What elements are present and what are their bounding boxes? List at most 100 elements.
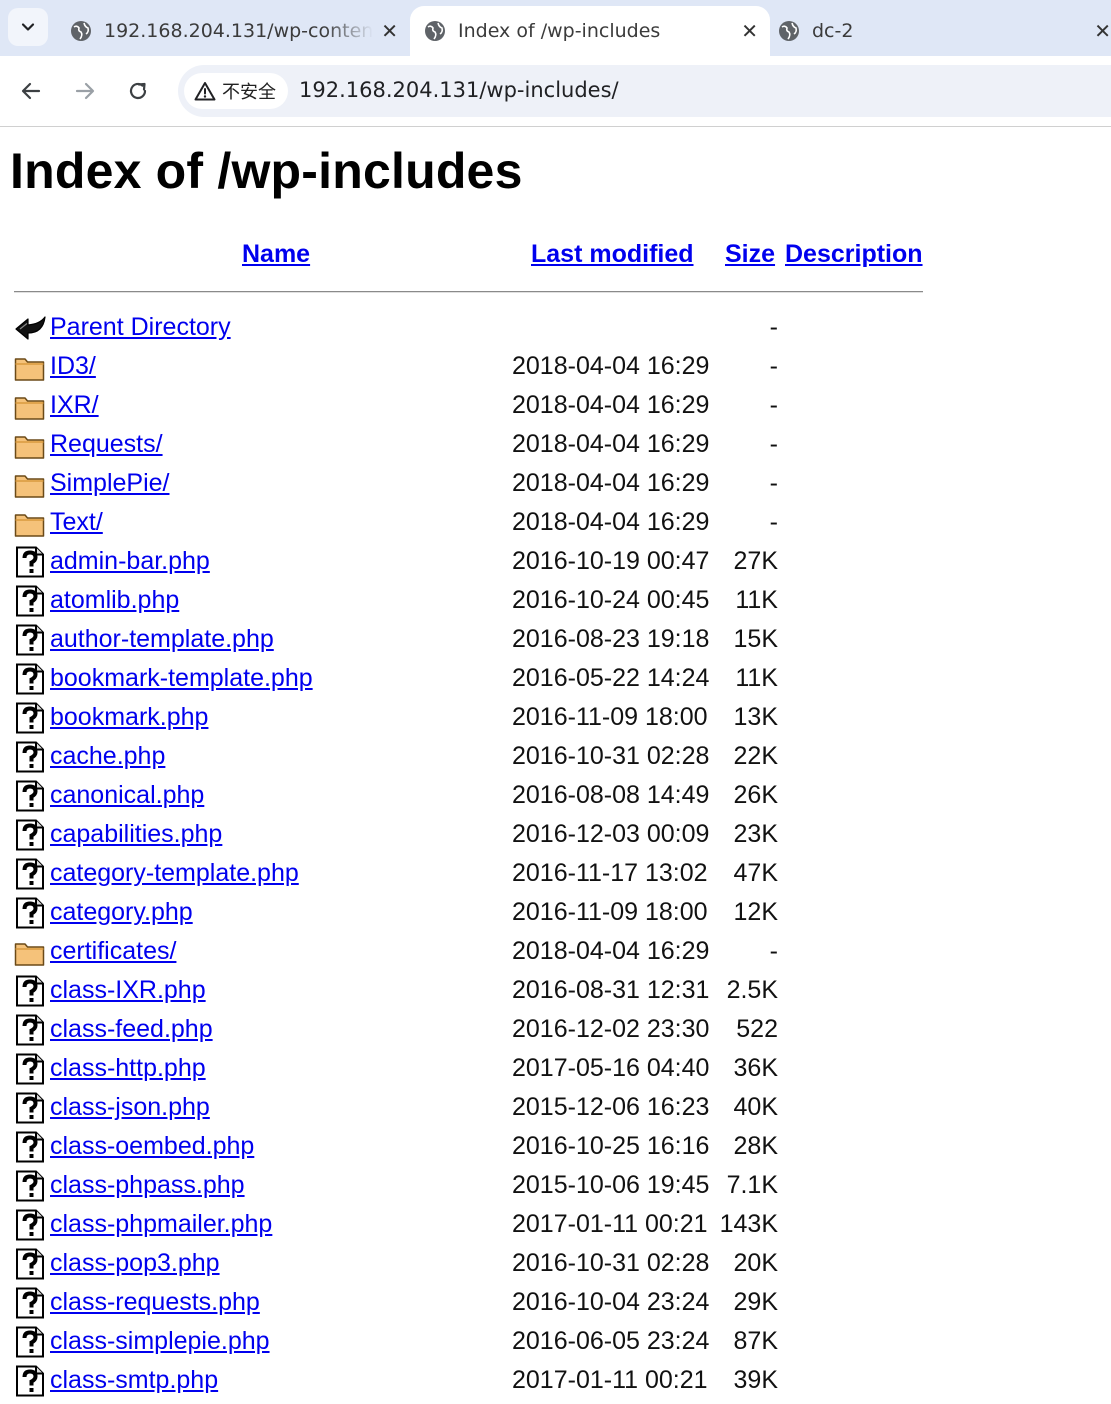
last-modified-cell: 2015-10-06 19:45 (512, 1171, 710, 1199)
header-divider (14, 291, 923, 293)
browser-toolbar: 不安全 192.168.204.131/wp-includes/ (0, 56, 1111, 127)
file-link[interactable]: Text/ (50, 508, 103, 537)
unknown-file-icon (14, 663, 46, 695)
size-cell: - (769, 937, 778, 965)
unknown-file-icon (14, 1287, 46, 1319)
file-link[interactable]: class-feed.php (50, 1015, 213, 1044)
tab-strip: 192.168.204.131/wp-content ✕ Index of /w… (0, 0, 1111, 56)
table-row: class-requests.php 2016-10-04 23:24 29K (0, 1284, 1111, 1323)
tab-title: 192.168.204.131/wp-content (104, 20, 374, 42)
globe-icon (779, 21, 799, 41)
last-modified-cell: 2018-04-04 16:29 (512, 391, 710, 419)
last-modified-cell: 2017-01-11 00:21 (512, 1366, 708, 1394)
column-header-size[interactable]: Size (725, 240, 775, 269)
table-row: class-http.php 2017-05-16 04:40 36K (0, 1050, 1111, 1089)
file-link[interactable]: ID3/ (50, 352, 96, 381)
size-cell: 12K (733, 898, 778, 926)
column-header-description[interactable]: Description (785, 240, 923, 269)
file-link[interactable]: admin-bar.php (50, 547, 210, 576)
last-modified-cell: 2016-08-23 19:18 (512, 625, 710, 653)
file-link[interactable]: cache.php (50, 742, 165, 771)
file-link[interactable]: class-phpmailer.php (50, 1210, 272, 1239)
unknown-file-icon (14, 624, 46, 656)
size-cell: - (769, 430, 778, 458)
size-cell: - (769, 469, 778, 497)
unknown-file-icon (14, 1014, 46, 1046)
close-icon[interactable]: ✕ (1094, 19, 1111, 43)
warning-icon (194, 82, 216, 101)
address-bar[interactable]: 不安全 192.168.204.131/wp-includes/ (178, 65, 1111, 117)
reload-icon[interactable] (125, 78, 151, 104)
size-cell: 26K (733, 781, 778, 809)
unknown-file-icon (14, 1131, 46, 1163)
last-modified-cell: 2016-10-19 00:47 (512, 547, 710, 575)
file-link[interactable]: category-template.php (50, 859, 299, 888)
tab-search-button[interactable] (8, 8, 48, 46)
folder-icon (14, 429, 46, 461)
last-modified-cell: 2016-06-05 23:24 (512, 1327, 710, 1355)
last-modified-cell: 2016-11-09 18:00 (512, 703, 708, 731)
forward-arrow-icon[interactable] (72, 78, 98, 104)
last-modified-cell: 2016-10-04 23:24 (512, 1288, 710, 1316)
last-modified-cell: 2018-04-04 16:29 (512, 352, 710, 380)
file-link[interactable]: category.php (50, 898, 193, 927)
unknown-file-icon (14, 819, 46, 851)
globe-icon (425, 21, 445, 41)
tab-dc-2[interactable]: dc-2 ✕ (766, 6, 1111, 56)
file-link[interactable]: class-smtp.php (50, 1366, 218, 1395)
table-row: cache.php 2016-10-31 02:28 22K (0, 738, 1111, 777)
file-link[interactable]: atomlib.php (50, 586, 179, 615)
table-row: class-pop3.php 2016-10-31 02:28 20K (0, 1245, 1111, 1284)
file-link[interactable]: class-requests.php (50, 1288, 260, 1317)
file-link[interactable]: canonical.php (50, 781, 204, 810)
file-link[interactable]: class-simplepie.php (50, 1327, 270, 1356)
file-link[interactable]: class-IXR.php (50, 976, 206, 1005)
file-link[interactable]: class-phpass.php (50, 1171, 245, 1200)
size-cell: 11K (735, 664, 778, 692)
close-icon[interactable]: ✕ (381, 19, 398, 43)
file-link[interactable]: capabilities.php (50, 820, 222, 849)
file-link[interactable]: author-template.php (50, 625, 274, 654)
size-cell: - (769, 391, 778, 419)
page-title: Index of /wp-includes (10, 143, 523, 199)
table-row: class-oembed.php 2016-10-25 16:16 28K (0, 1128, 1111, 1167)
file-link[interactable]: class-pop3.php (50, 1249, 220, 1278)
table-row: class-smtp.php 2017-01-11 00:21 39K (0, 1362, 1111, 1401)
last-modified-cell: 2016-11-09 18:00 (512, 898, 708, 926)
last-modified-cell: 2017-05-16 04:40 (512, 1054, 710, 1082)
unknown-file-icon (14, 1248, 46, 1280)
folder-icon (14, 390, 46, 422)
tab-wp-includes[interactable]: Index of /wp-includes ✕ (410, 6, 770, 56)
size-cell: 13K (733, 703, 778, 731)
column-header-last-modified[interactable]: Last modified (531, 240, 694, 269)
last-modified-cell: 2018-04-04 16:29 (512, 937, 710, 965)
file-link[interactable]: class-json.php (50, 1093, 210, 1122)
last-modified-cell: 2018-04-04 16:29 (512, 469, 710, 497)
file-link[interactable]: Parent Directory (50, 313, 231, 342)
unknown-file-icon (14, 546, 46, 578)
unknown-file-icon (14, 1053, 46, 1085)
back-arrow-icon[interactable] (18, 78, 44, 104)
file-link[interactable]: Requests/ (50, 430, 163, 459)
unknown-file-icon (14, 1326, 46, 1358)
file-link[interactable]: class-http.php (50, 1054, 206, 1083)
size-cell: 39K (733, 1366, 778, 1394)
table-row: ID3/2018-04-04 16:29 - (0, 348, 1111, 387)
unknown-file-icon (14, 897, 46, 929)
url-text[interactable]: 192.168.204.131/wp-includes/ (299, 78, 619, 102)
table-row: certificates/2018-04-04 16:29 - (0, 933, 1111, 972)
file-link[interactable]: IXR/ (50, 391, 99, 420)
file-link[interactable]: bookmark.php (50, 703, 208, 732)
table-row: category-template.php 2016-11-17 13:02 47K (0, 855, 1111, 894)
size-cell: 22K (733, 742, 778, 770)
last-modified-cell: 2016-10-25 16:16 (512, 1132, 710, 1160)
file-link[interactable]: bookmark-template.php (50, 664, 313, 693)
file-link[interactable]: SimplePie/ (50, 469, 170, 498)
file-link[interactable]: class-oembed.php (50, 1132, 254, 1161)
file-link[interactable]: certificates/ (50, 937, 176, 966)
close-icon[interactable]: ✕ (741, 19, 758, 43)
column-header-name[interactable]: Name (242, 240, 310, 269)
size-cell: 23K (733, 820, 778, 848)
security-chip[interactable]: 不安全 (184, 73, 288, 109)
tab-wp-content[interactable]: 192.168.204.131/wp-content ✕ (58, 6, 410, 56)
